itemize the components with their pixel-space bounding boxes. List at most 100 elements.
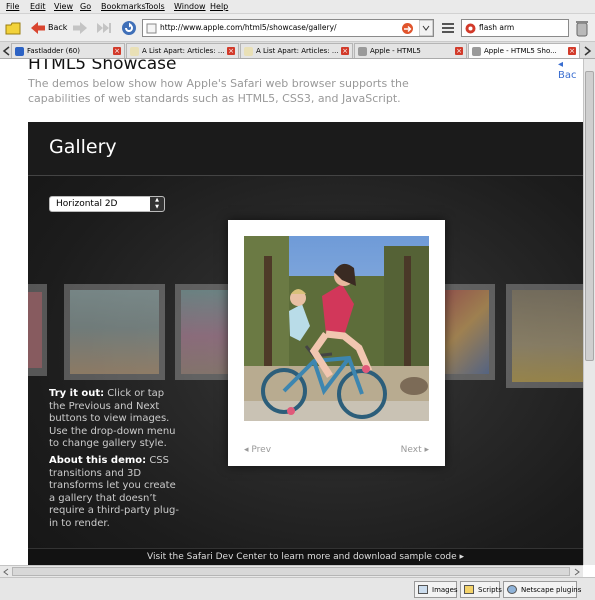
back-link-label: Bac: [558, 70, 577, 81]
gallery-footer: Visit the Safari Dev Center to learn mor…: [28, 548, 583, 565]
menu-view[interactable]: View: [54, 2, 73, 11]
search-text: flash arm: [479, 23, 515, 32]
forward-arrow-icon[interactable]: [72, 21, 88, 35]
trash-icon[interactable]: [575, 19, 589, 37]
gallery-main-image: [244, 236, 429, 421]
vertical-scrollbar[interactable]: [583, 59, 595, 565]
thumbnail-image: [28, 292, 42, 368]
close-icon[interactable]: ×: [455, 47, 463, 55]
status-bar: Images Scripts Netscape plugins: [0, 577, 595, 600]
gallery-thumbnail[interactable]: [175, 284, 235, 380]
page-icon: [358, 47, 367, 56]
tab-scroll-right-icon[interactable]: [584, 46, 592, 56]
gallery-demo: Gallery Horizontal 2D ▲ ▼ ◂ Prev Next ▸ …: [28, 122, 583, 565]
menu-help[interactable]: Help: [210, 2, 228, 11]
page-icon: [146, 23, 157, 34]
images-label: Images: [432, 586, 458, 594]
about-demo-text: About this demo: CSS transitions and 3D …: [49, 455, 181, 530]
menu-go[interactable]: Go: [80, 2, 91, 11]
search-field[interactable]: flash arm: [461, 19, 569, 37]
bookmark-icon[interactable]: [5, 21, 21, 35]
plugins-toggle-button[interactable]: Netscape plugins: [503, 581, 581, 598]
try-it-out-heading: Try it out:: [49, 388, 105, 399]
tab-fastladder[interactable]: Fastladder (60) ×: [11, 43, 125, 58]
prev-label: Prev: [251, 445, 272, 455]
alistapart-icon: [244, 47, 253, 56]
menu-edit[interactable]: Edit: [30, 2, 46, 11]
thumbnail-image: [70, 290, 159, 374]
tab-label: Apple - HTML5: [370, 47, 421, 55]
tab-apple-html5-showcase[interactable]: Apple - HTML5 Sho... ×: [468, 43, 580, 58]
page-description: The demos below show how Apple's Safari …: [28, 77, 409, 105]
scripts-toggle-button[interactable]: Scripts: [460, 581, 502, 598]
plugins-icon: [507, 585, 517, 594]
prev-button[interactable]: ◂ Prev: [244, 445, 271, 455]
tab-scroll-left-icon[interactable]: [2, 46, 10, 56]
next-label: Next: [400, 445, 422, 455]
tab-label: Apple - HTML5 Sho...: [484, 47, 557, 55]
images-icon: [418, 585, 428, 594]
gallery-main-card[interactable]: ◂ Prev Next ▸: [228, 220, 445, 466]
gallery-title: Gallery: [49, 136, 117, 158]
thumbnail-image: [512, 290, 583, 382]
tab-label: Fastladder (60): [27, 47, 80, 55]
try-it-out-text: Try it out: Click or tap the Previous an…: [49, 388, 181, 451]
url-dropdown-icon[interactable]: [419, 20, 433, 36]
fast-forward-icon[interactable]: [96, 22, 112, 34]
close-icon[interactable]: ×: [113, 47, 121, 55]
tab-alistapart-1[interactable]: A List Apart: Articles: ... ×: [126, 43, 239, 58]
rss-go-icon[interactable]: [401, 22, 414, 35]
scroll-left-icon[interactable]: [2, 568, 10, 576]
page-icon: [472, 47, 481, 56]
fastladder-icon: [15, 47, 24, 56]
gallery-header: Gallery: [28, 122, 583, 176]
horizontal-scrollbar[interactable]: [0, 565, 583, 577]
close-icon[interactable]: ×: [568, 47, 576, 55]
thumbnail-image: [445, 290, 489, 374]
menu-bookmarks[interactable]: Bookmarks: [101, 2, 146, 11]
page-title: HTML5 Showcase: [28, 59, 177, 74]
scripts-label: Scripts: [478, 586, 502, 594]
back-link[interactable]: ◂ Bac: [558, 59, 583, 81]
tab-apple-html5[interactable]: Apple - HTML5 ×: [354, 43, 467, 58]
tab-alistapart-2[interactable]: A List Apart: Articles: ... ×: [240, 43, 353, 58]
tab-bar: Fastladder (60) × A List Apart: Articles…: [0, 42, 595, 59]
cyclist-photo: [244, 236, 429, 421]
horizontal-scroll-thumb[interactable]: [12, 567, 570, 576]
scripts-icon: [464, 585, 474, 594]
gallery-thumbnail[interactable]: [28, 284, 47, 376]
scroll-right-icon[interactable]: [573, 568, 581, 576]
about-demo-body: CSS transitions and 3D transforms let yo…: [49, 455, 179, 529]
menu-bar: File Edit View Go Bookmarks Tools Window…: [0, 0, 595, 14]
reload-icon[interactable]: [121, 20, 137, 36]
menu-tools[interactable]: Tools: [145, 2, 165, 11]
gallery-thumbnail[interactable]: [506, 284, 583, 388]
close-icon[interactable]: ×: [341, 47, 349, 55]
url-field[interactable]: http://www.apple.com/html5/showcase/gall…: [142, 19, 434, 37]
web-content: HTML5 Showcase The demos below show how …: [0, 59, 583, 565]
gallery-style-select[interactable]: Horizontal 2D ▲ ▼: [49, 196, 165, 212]
vertical-scroll-thumb[interactable]: [585, 71, 594, 361]
next-button[interactable]: Next ▸: [401, 445, 429, 455]
select-arrows-icon: ▲ ▼: [150, 197, 164, 211]
navigation-toolbar: Back http://www.apple.com/html5/showcase…: [0, 14, 595, 42]
menu-file[interactable]: File: [6, 2, 19, 11]
about-demo-heading: About this demo:: [49, 455, 147, 466]
tab-label: A List Apart: Articles: ...: [142, 47, 225, 55]
menu-window[interactable]: Window: [174, 2, 206, 11]
search-engine-icon[interactable]: [465, 23, 476, 34]
plugins-label: Netscape plugins: [521, 586, 582, 594]
alistapart-icon: [130, 47, 139, 56]
back-button-label[interactable]: Back: [48, 23, 67, 32]
gallery-thumbnail[interactable]: [445, 284, 495, 380]
thumbnail-image: [181, 290, 229, 374]
images-toggle-button[interactable]: Images: [414, 581, 458, 598]
tab-label: A List Apart: Articles: ...: [256, 47, 339, 55]
gallery-style-value: Horizontal 2D: [56, 199, 118, 209]
search-engine-menu-icon[interactable]: [440, 20, 456, 36]
back-arrow-icon[interactable]: [30, 21, 46, 35]
url-text: http://www.apple.com/html5/showcase/gall…: [160, 23, 337, 32]
dev-center-link[interactable]: Visit the Safari Dev Center to learn mor…: [28, 552, 583, 562]
close-icon[interactable]: ×: [227, 47, 235, 55]
gallery-thumbnail[interactable]: [64, 284, 165, 380]
